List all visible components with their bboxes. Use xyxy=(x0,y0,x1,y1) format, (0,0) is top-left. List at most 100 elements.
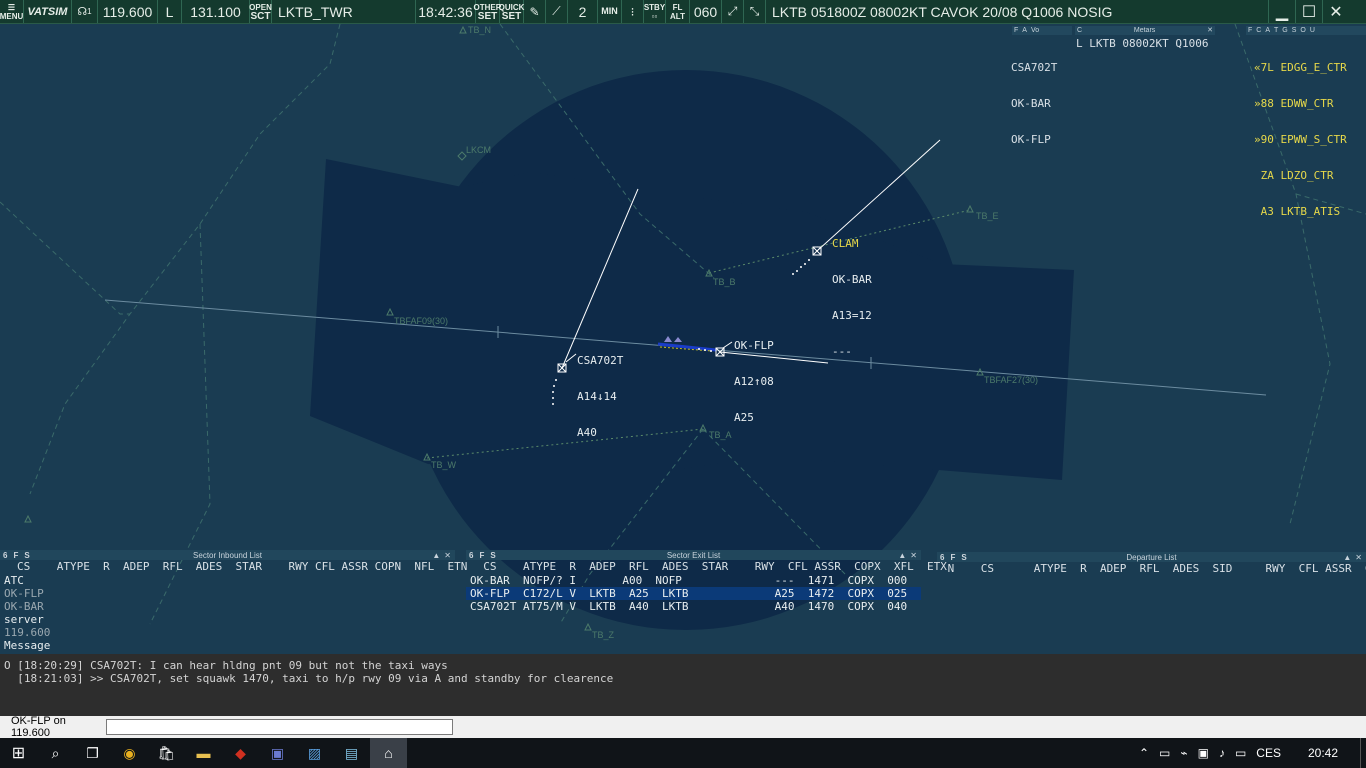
map-tool-button[interactable]: ✎ xyxy=(524,0,546,23)
collapse-icon[interactable]: ▲ xyxy=(432,551,440,560)
menu-button[interactable]: ☰ MENU xyxy=(0,0,24,23)
notification-icon[interactable]: ▭ xyxy=(1230,746,1251,760)
departure-s-button[interactable]: S xyxy=(958,553,969,562)
list-item[interactable]: A3 LKTB_ATIS xyxy=(1254,206,1347,218)
list-item[interactable]: »90 EPWW_S_CTR xyxy=(1254,134,1347,146)
list-item[interactable]: OK-BAR xyxy=(0,600,455,613)
list-item[interactable]: »88 EDWW_CTR xyxy=(1254,98,1347,110)
ctrl-hdr-f[interactable]: F xyxy=(1246,26,1254,35)
exit-6-button[interactable]: 6 xyxy=(466,551,476,560)
start-button[interactable]: ⊞ xyxy=(0,738,37,768)
store-button[interactable]: 🛍 xyxy=(148,738,185,768)
collapse-icon[interactable]: ▲ xyxy=(898,551,906,560)
show-desktop-button[interactable] xyxy=(1360,738,1366,768)
list-item[interactable]: CSA702T xyxy=(1011,62,1057,74)
usb-icon[interactable]: ⌁ xyxy=(1175,746,1192,760)
ctrl-hdr-t[interactable]: T xyxy=(1272,26,1280,35)
list-item[interactable]: OK-FLP xyxy=(1011,134,1057,146)
message-area[interactable]: O [18:20:29] CSA702T: I can hear hldng p… xyxy=(0,654,1366,716)
volume-icon[interactable]: ♪ xyxy=(1214,746,1230,760)
maximize-button[interactable]: ☐ xyxy=(1295,0,1322,23)
list-item[interactable]: OK-FLP xyxy=(0,587,455,600)
task-view-button[interactable]: ❐ xyxy=(74,738,111,768)
inbound-f-button[interactable]: F xyxy=(10,551,21,560)
exit-f-button[interactable]: F xyxy=(476,551,487,560)
leader-minutes[interactable]: 2 xyxy=(568,0,598,23)
app-photos-button[interactable]: ▨ xyxy=(296,738,333,768)
min-button[interactable]: MIN xyxy=(598,0,622,23)
list-item[interactable]: OK-BAR xyxy=(1011,98,1057,110)
fl-alt-button[interactable]: FL ALT xyxy=(666,0,690,23)
exit-list-title: Sector Exit List xyxy=(666,550,721,560)
ctrl-hdr-g[interactable]: G xyxy=(1280,26,1289,35)
list-item[interactable]: Message xyxy=(0,639,455,652)
chevron-up-icon[interactable]: ⌃ xyxy=(1134,746,1154,760)
stby-button[interactable]: STBY ▫▫ xyxy=(644,0,666,23)
table-row[interactable]: OK-BAR NOFP/? I A00 NOFP --- 1471 COPX 0… xyxy=(466,574,921,587)
tag-ok-flp[interactable]: OK-FLP A12↑08 A25 xyxy=(734,316,774,448)
tag-ok-bar[interactable]: CLAM OK-BAR A13=12 --- xyxy=(832,214,872,382)
collapse-icon[interactable]: ▲ xyxy=(1343,553,1351,562)
ethernet-icon[interactable]: ▣ xyxy=(1193,746,1214,760)
fix-tb-n-marker xyxy=(459,25,467,34)
aircraft-list-vo-button[interactable]: Vo xyxy=(1029,26,1041,35)
vatsim-logo[interactable]: VATSIM xyxy=(24,0,72,23)
list-item[interactable]: ATC xyxy=(0,574,455,587)
secondary-frequency[interactable]: 131.100 xyxy=(182,0,250,23)
departure-f-button[interactable]: F xyxy=(947,553,958,562)
close-button[interactable]: ✕ xyxy=(1322,0,1349,23)
measure-tool-button[interactable]: ⟋ xyxy=(546,0,568,23)
metars-close-icon[interactable]: ✕ xyxy=(1205,26,1215,35)
route-tool-button[interactable]: ⤢ xyxy=(722,0,744,23)
headset-button[interactable]: ☊ 1 xyxy=(72,0,98,23)
list-item[interactable]: ZA LDZO_CTR xyxy=(1254,170,1347,182)
open-sct-button[interactable]: OPEN SCT xyxy=(249,0,272,23)
metars-c-button[interactable]: C xyxy=(1075,26,1084,35)
ctrl-hdr-o[interactable]: O xyxy=(1298,26,1307,35)
inbound-s-button[interactable]: S xyxy=(21,551,32,560)
close-icon[interactable]: ✕ xyxy=(1355,553,1362,562)
app-red-button[interactable]: ◆ xyxy=(222,738,259,768)
separation-tool-button[interactable]: ⤡ xyxy=(744,0,766,23)
ctrl-hdr-c[interactable]: C xyxy=(1254,26,1263,35)
list-item[interactable]: 119.600 xyxy=(0,626,455,639)
command-target: OK-FLP on 119.600 xyxy=(11,715,66,739)
quick-set-button[interactable]: QUICK SET xyxy=(499,0,524,23)
transition-altitude[interactable]: 060 xyxy=(690,0,722,23)
close-icon[interactable]: ✕ xyxy=(444,551,451,560)
mode-indicator[interactable]: L xyxy=(158,0,182,23)
chrome-icon: ◉ xyxy=(123,744,136,761)
departure-6-button[interactable]: 6 xyxy=(937,553,947,562)
exit-list-header: 6 F S Sector Exit List ▲ ✕ xyxy=(466,550,921,560)
inbound-6-button[interactable]: 6 xyxy=(0,551,10,560)
search-button[interactable]: ⌕ xyxy=(37,738,74,768)
close-icon[interactable]: ✕ xyxy=(910,551,917,560)
list-item[interactable]: «7L EDGG_E_CTR xyxy=(1254,62,1347,74)
route-icon: ⤢ xyxy=(727,4,738,18)
table-row[interactable]: CSA702T AT75/M V LKTB A40 LKTB A40 1470 … xyxy=(466,600,921,613)
controller-callsign[interactable]: LKTB_TWR xyxy=(272,0,416,23)
explorer-button[interactable]: ▬ xyxy=(185,738,222,768)
app-blue-icon: ▣ xyxy=(270,744,285,761)
language-indicator[interactable]: CES xyxy=(1251,746,1286,760)
aircraft-list-a-button[interactable]: A xyxy=(1020,26,1029,35)
notepad-button[interactable]: ▤ xyxy=(333,738,370,768)
exit-s-button[interactable]: S xyxy=(487,551,498,560)
other-set-button[interactable]: OTHER SET xyxy=(474,0,502,23)
network-icon[interactable]: ▭ xyxy=(1154,746,1175,760)
app-blue-button[interactable]: ▣ xyxy=(259,738,296,768)
ctrl-hdr-a[interactable]: A xyxy=(1263,26,1272,35)
table-row[interactable]: OK-FLP C172/L V LKTB A25 LKTB A25 1472 C… xyxy=(466,587,921,600)
filter-button[interactable]: ⁝ xyxy=(622,0,644,23)
chrome-button[interactable]: ◉ xyxy=(111,738,148,768)
minimize-button[interactable]: ▁ xyxy=(1268,0,1295,23)
taskbar-clock[interactable]: 20:42 xyxy=(1286,746,1360,760)
command-input[interactable] xyxy=(106,719,453,735)
ctrl-hdr-s[interactable]: S xyxy=(1290,26,1299,35)
euroscope-button[interactable]: ⌂ xyxy=(370,738,407,768)
ctrl-hdr-u[interactable]: U xyxy=(1308,26,1317,35)
list-item[interactable]: server xyxy=(0,613,455,626)
primary-frequency[interactable]: 119.600 xyxy=(98,0,158,23)
tag-csa702t[interactable]: CSA702T A14↓14 A40 xyxy=(577,331,623,463)
aircraft-list-f-button[interactable]: F xyxy=(1012,26,1020,35)
